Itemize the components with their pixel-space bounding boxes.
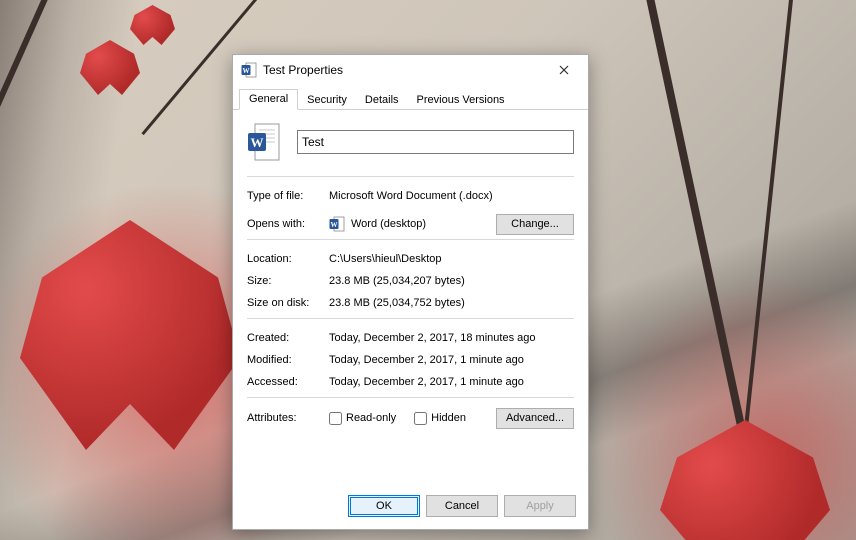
apply-button[interactable]: Apply <box>504 495 576 517</box>
label-opens-with: Opens with: <box>247 218 329 230</box>
value-size-on-disk: 23.8 MB (25,034,752 bytes) <box>329 297 574 309</box>
separator <box>247 176 574 177</box>
leaf-decoration <box>130 5 175 45</box>
advanced-button[interactable]: Advanced... <box>496 408 574 429</box>
word-icon: W <box>329 216 345 232</box>
window-title: Test Properties <box>263 63 542 77</box>
svg-text:W: W <box>251 135 264 150</box>
label-accessed: Accessed: <box>247 376 329 388</box>
value-type-of-file: Microsoft Word Document (.docx) <box>329 190 574 202</box>
tab-general[interactable]: General <box>239 89 298 110</box>
label-attributes: Attributes: <box>247 412 329 424</box>
tab-security[interactable]: Security <box>298 91 356 110</box>
titlebar: W Test Properties <box>233 55 588 85</box>
value-location: C:\Users\hieul\Desktop <box>329 253 574 265</box>
close-icon <box>559 65 569 75</box>
desktop-wallpaper: W Test Properties General Security Detai… <box>0 0 856 540</box>
separator <box>247 239 574 240</box>
general-panel: W Type of file: Microsoft Word Document … <box>233 110 588 487</box>
label-created: Created: <box>247 332 329 344</box>
tabstrip: General Security Details Previous Versio… <box>233 85 588 110</box>
word-document-icon: W <box>247 122 281 162</box>
tab-previous-versions[interactable]: Previous Versions <box>408 91 514 110</box>
separator <box>247 397 574 398</box>
hidden-label: Hidden <box>431 412 466 424</box>
checkbox-read-only[interactable]: Read-only <box>329 412 396 425</box>
leaf-decoration <box>660 420 830 540</box>
tab-details[interactable]: Details <box>356 91 408 110</box>
label-size: Size: <box>247 275 329 287</box>
label-modified: Modified: <box>247 354 329 366</box>
cancel-button[interactable]: Cancel <box>426 495 498 517</box>
value-modified: Today, December 2, 2017, 1 minute ago <box>329 354 574 366</box>
leaf-decoration <box>80 40 140 95</box>
branch-decoration <box>0 0 55 275</box>
svg-text:W: W <box>243 67 250 75</box>
change-button[interactable]: Change... <box>496 214 574 235</box>
filename-input[interactable] <box>297 130 574 154</box>
value-created: Today, December 2, 2017, 18 minutes ago <box>329 332 574 344</box>
value-opens-with: Word (desktop) <box>351 218 490 230</box>
value-accessed: Today, December 2, 2017, 1 minute ago <box>329 376 574 388</box>
word-icon: W <box>241 62 257 78</box>
separator <box>247 318 574 319</box>
close-button[interactable] <box>542 56 586 84</box>
label-type-of-file: Type of file: <box>247 190 329 202</box>
read-only-label: Read-only <box>346 412 396 424</box>
value-size: 23.8 MB (25,034,207 bytes) <box>329 275 574 287</box>
label-size-on-disk: Size on disk: <box>247 297 329 309</box>
ok-button[interactable]: OK <box>348 495 420 517</box>
read-only-checkbox-input[interactable] <box>329 412 342 425</box>
properties-dialog: W Test Properties General Security Detai… <box>232 54 589 530</box>
label-location: Location: <box>247 253 329 265</box>
hidden-checkbox-input[interactable] <box>414 412 427 425</box>
checkbox-hidden[interactable]: Hidden <box>414 412 466 425</box>
svg-text:W: W <box>331 221 338 229</box>
dialog-footer: OK Cancel Apply <box>233 487 588 529</box>
leaf-decoration <box>20 220 240 450</box>
